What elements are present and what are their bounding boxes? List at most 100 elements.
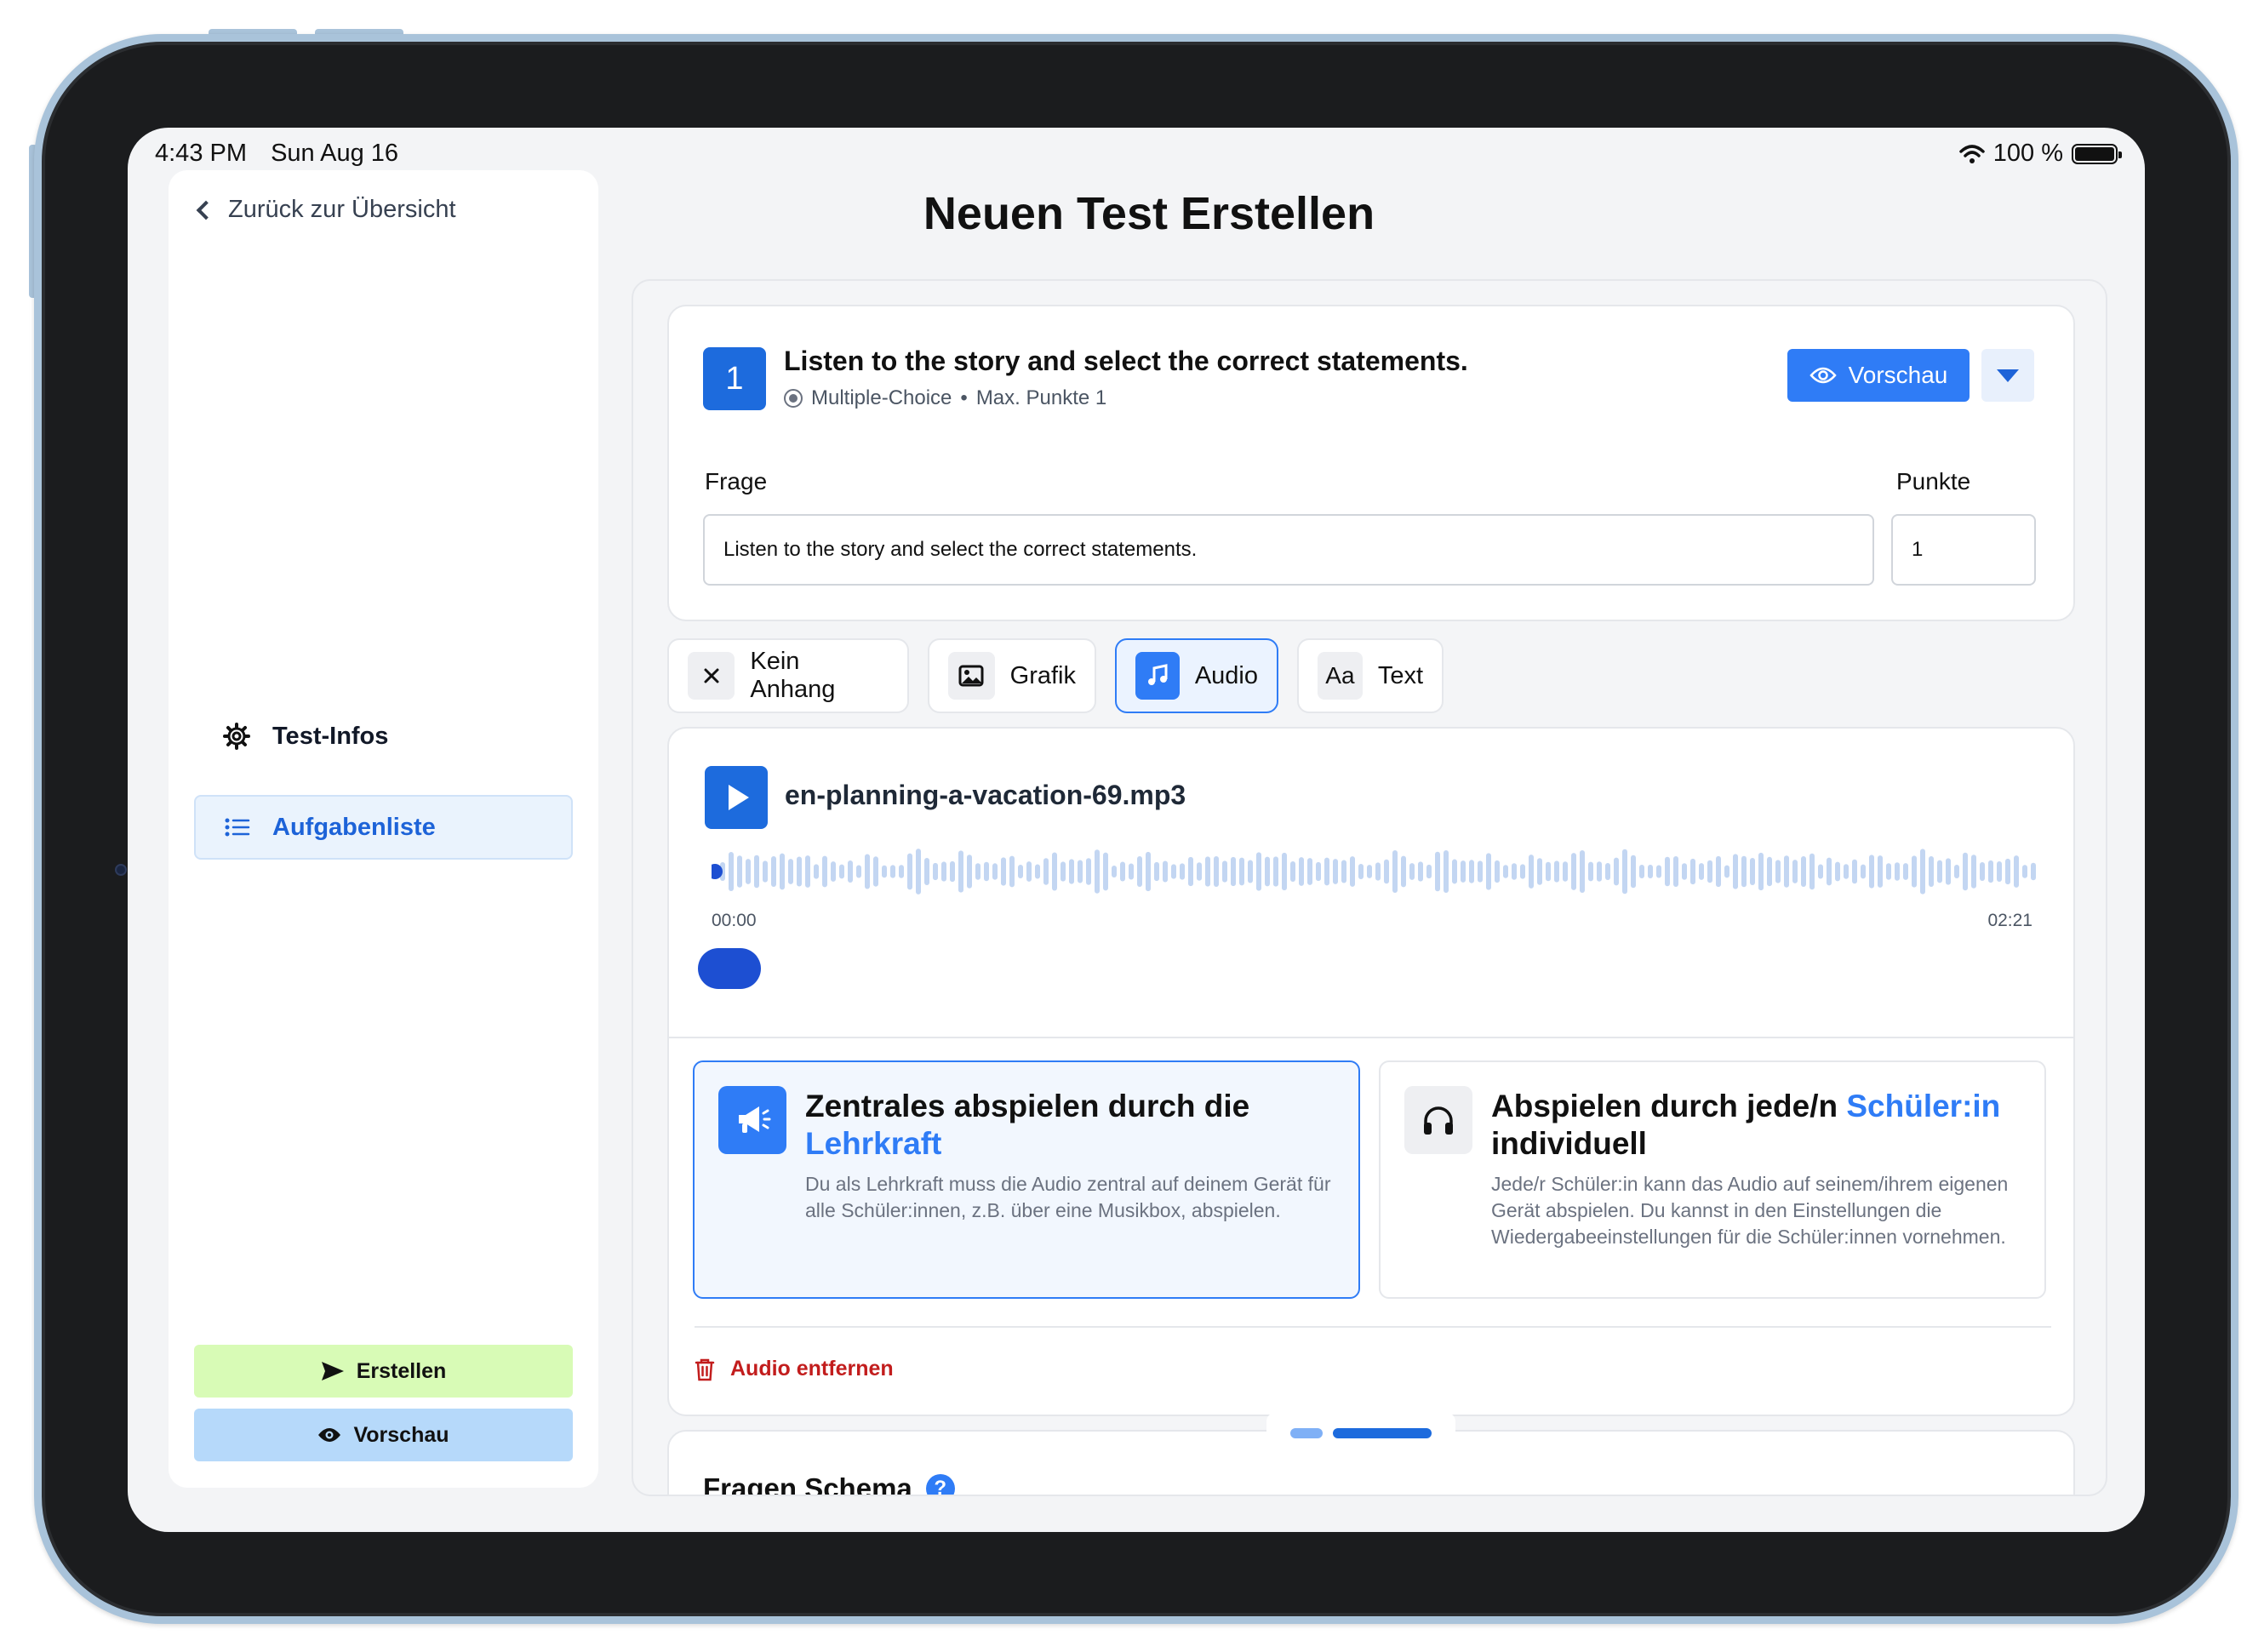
question-dropdown-button[interactable] <box>1981 349 2034 402</box>
waveform-bar <box>1801 855 1806 888</box>
waveform-bar <box>1844 864 1849 879</box>
waveform-bar <box>763 860 768 883</box>
waveform-bar <box>1461 860 1466 883</box>
option-title-highlight: Schüler:in <box>1846 1089 2001 1123</box>
tab-kein-anhang[interactable]: Kein Anhang <box>667 638 909 713</box>
waveform-bar <box>1503 865 1508 878</box>
option-description: Du als Lehrkraft muss die Audio zentral … <box>805 1173 1331 1221</box>
waveform-bar <box>1716 855 1721 888</box>
close-icon <box>688 652 735 700</box>
tab-grafik[interactable]: Grafik <box>928 638 1096 713</box>
waveform-bar <box>1018 865 1023 878</box>
points-input[interactable]: 1 <box>1891 514 2036 586</box>
waveform-bar <box>1971 855 1976 889</box>
waveform-bar <box>1946 858 1951 885</box>
waveform-bar <box>1529 855 1534 889</box>
option-central-playback[interactable]: Zentrales abspielen durch die Lehrkraft … <box>693 1060 1360 1299</box>
waveform-bar <box>1792 860 1798 883</box>
waveform-bar <box>1061 861 1066 882</box>
battery-level <box>2075 146 2114 161</box>
playback-speed-toggle[interactable] <box>698 948 761 989</box>
tab-audio[interactable]: Audio <box>1115 638 1278 713</box>
question-card: 1 Listen to the story and select the cor… <box>667 305 2075 621</box>
page-dot[interactable] <box>1290 1428 1323 1438</box>
tab-label: Grafik <box>1009 661 1076 689</box>
waveform-bar <box>1937 860 1942 883</box>
waveform-bar <box>1299 857 1304 886</box>
waveform-bar <box>1001 857 1006 886</box>
waveform-bar <box>729 851 734 892</box>
eye-icon <box>1809 367 1837 384</box>
waveform-bar <box>1767 856 1772 887</box>
back-to-overview-link[interactable]: Zurück zur Übersicht <box>194 196 456 224</box>
waveform-bar <box>1026 861 1032 882</box>
waveform-bar <box>1214 856 1219 887</box>
waveform-bar <box>1920 849 1925 895</box>
chevron-left-icon <box>196 200 216 220</box>
page-indicator <box>1266 1413 1455 1454</box>
waveform-bar <box>1307 858 1312 885</box>
waveform-bar <box>933 862 938 881</box>
sidebar-preview-button[interactable]: Vorschau <box>194 1409 573 1461</box>
option-individual-playback[interactable]: Abspielen durch jede/n Schüler:in indivi… <box>1379 1060 2046 1299</box>
tab-text[interactable]: Aa Text <box>1297 638 1444 713</box>
waveform-bar <box>1809 853 1815 890</box>
question-preview-button[interactable]: Vorschau <box>1787 349 1970 402</box>
remove-audio-button[interactable]: Audio entfernen <box>695 1357 894 1381</box>
audio-waveform[interactable] <box>712 846 2039 897</box>
battery-percent: 100 % <box>1992 140 2063 167</box>
waveform-bar <box>1256 852 1261 891</box>
waveform-bar <box>1580 849 1585 894</box>
waveform-bar <box>1980 861 1985 882</box>
time-start: 00:00 <box>712 911 757 930</box>
waveform-bar <box>1290 861 1295 882</box>
tab-label: Audio <box>1194 661 1258 689</box>
waveform-bar <box>2022 865 2027 878</box>
waveform-bar <box>1903 863 1908 880</box>
create-button[interactable]: Erstellen <box>194 1345 573 1398</box>
divider <box>669 1037 2073 1038</box>
question-input[interactable]: Listen to the story and select the corre… <box>703 514 1874 586</box>
waveform-bar <box>1639 865 1644 878</box>
waveform-bar <box>1869 855 1874 889</box>
waveform-bar <box>1426 864 1432 879</box>
meta-separator: • <box>960 386 968 409</box>
sidebar-item-test-infos[interactable]: Test-Infos <box>194 704 573 769</box>
waveform-bar <box>1699 863 1704 880</box>
waveform-bar <box>873 856 878 887</box>
option-title: Zentrales abspielen durch die Lehrkraft <box>805 1088 1333 1163</box>
waveform-bar <box>1273 856 1278 887</box>
audio-card: en-planning-a-vacation-69.mp3 00:00 02:2… <box>667 727 2075 1416</box>
waveform-bar <box>1154 861 1159 882</box>
waveform-bar <box>2014 855 2019 888</box>
question-title: Listen to the story and select the corre… <box>784 346 1468 376</box>
waveform-bar <box>984 861 989 882</box>
waveform-bar <box>1197 862 1202 881</box>
waveform-bar <box>1248 860 1253 883</box>
waveform-bar <box>924 858 929 885</box>
waveform-bar <box>950 860 955 883</box>
waveform-bar <box>1512 863 1517 880</box>
waveform-bar <box>1180 863 1185 880</box>
battery-icon <box>2072 143 2122 164</box>
waveform-bar <box>831 861 836 882</box>
preview-button-label: Vorschau <box>353 1422 449 1447</box>
waveform-bar <box>941 861 946 882</box>
waveform-bar <box>1929 855 1934 888</box>
waveform-bar <box>1137 856 1142 887</box>
play-button[interactable] <box>705 766 768 829</box>
question-preview-label: Vorschau <box>1848 362 1948 388</box>
page-dot-active[interactable] <box>1333 1428 1432 1438</box>
help-icon[interactable]: ? <box>925 1474 955 1495</box>
divider <box>695 1326 2051 1328</box>
waveform-bar <box>916 849 921 895</box>
waveform-bar <box>1537 858 1542 885</box>
sidebar-item-aufgabenliste[interactable]: Aufgabenliste <box>194 795 573 860</box>
waveform-bar <box>1741 855 1747 888</box>
waveform-bar <box>797 856 802 887</box>
option-title-after: individuell <box>1491 1126 1647 1161</box>
waveform-bar <box>1435 851 1440 892</box>
sidebar-item-label: Aufgabenliste <box>272 813 436 841</box>
waveform-bar <box>1452 859 1457 884</box>
music-icon <box>1135 652 1180 700</box>
